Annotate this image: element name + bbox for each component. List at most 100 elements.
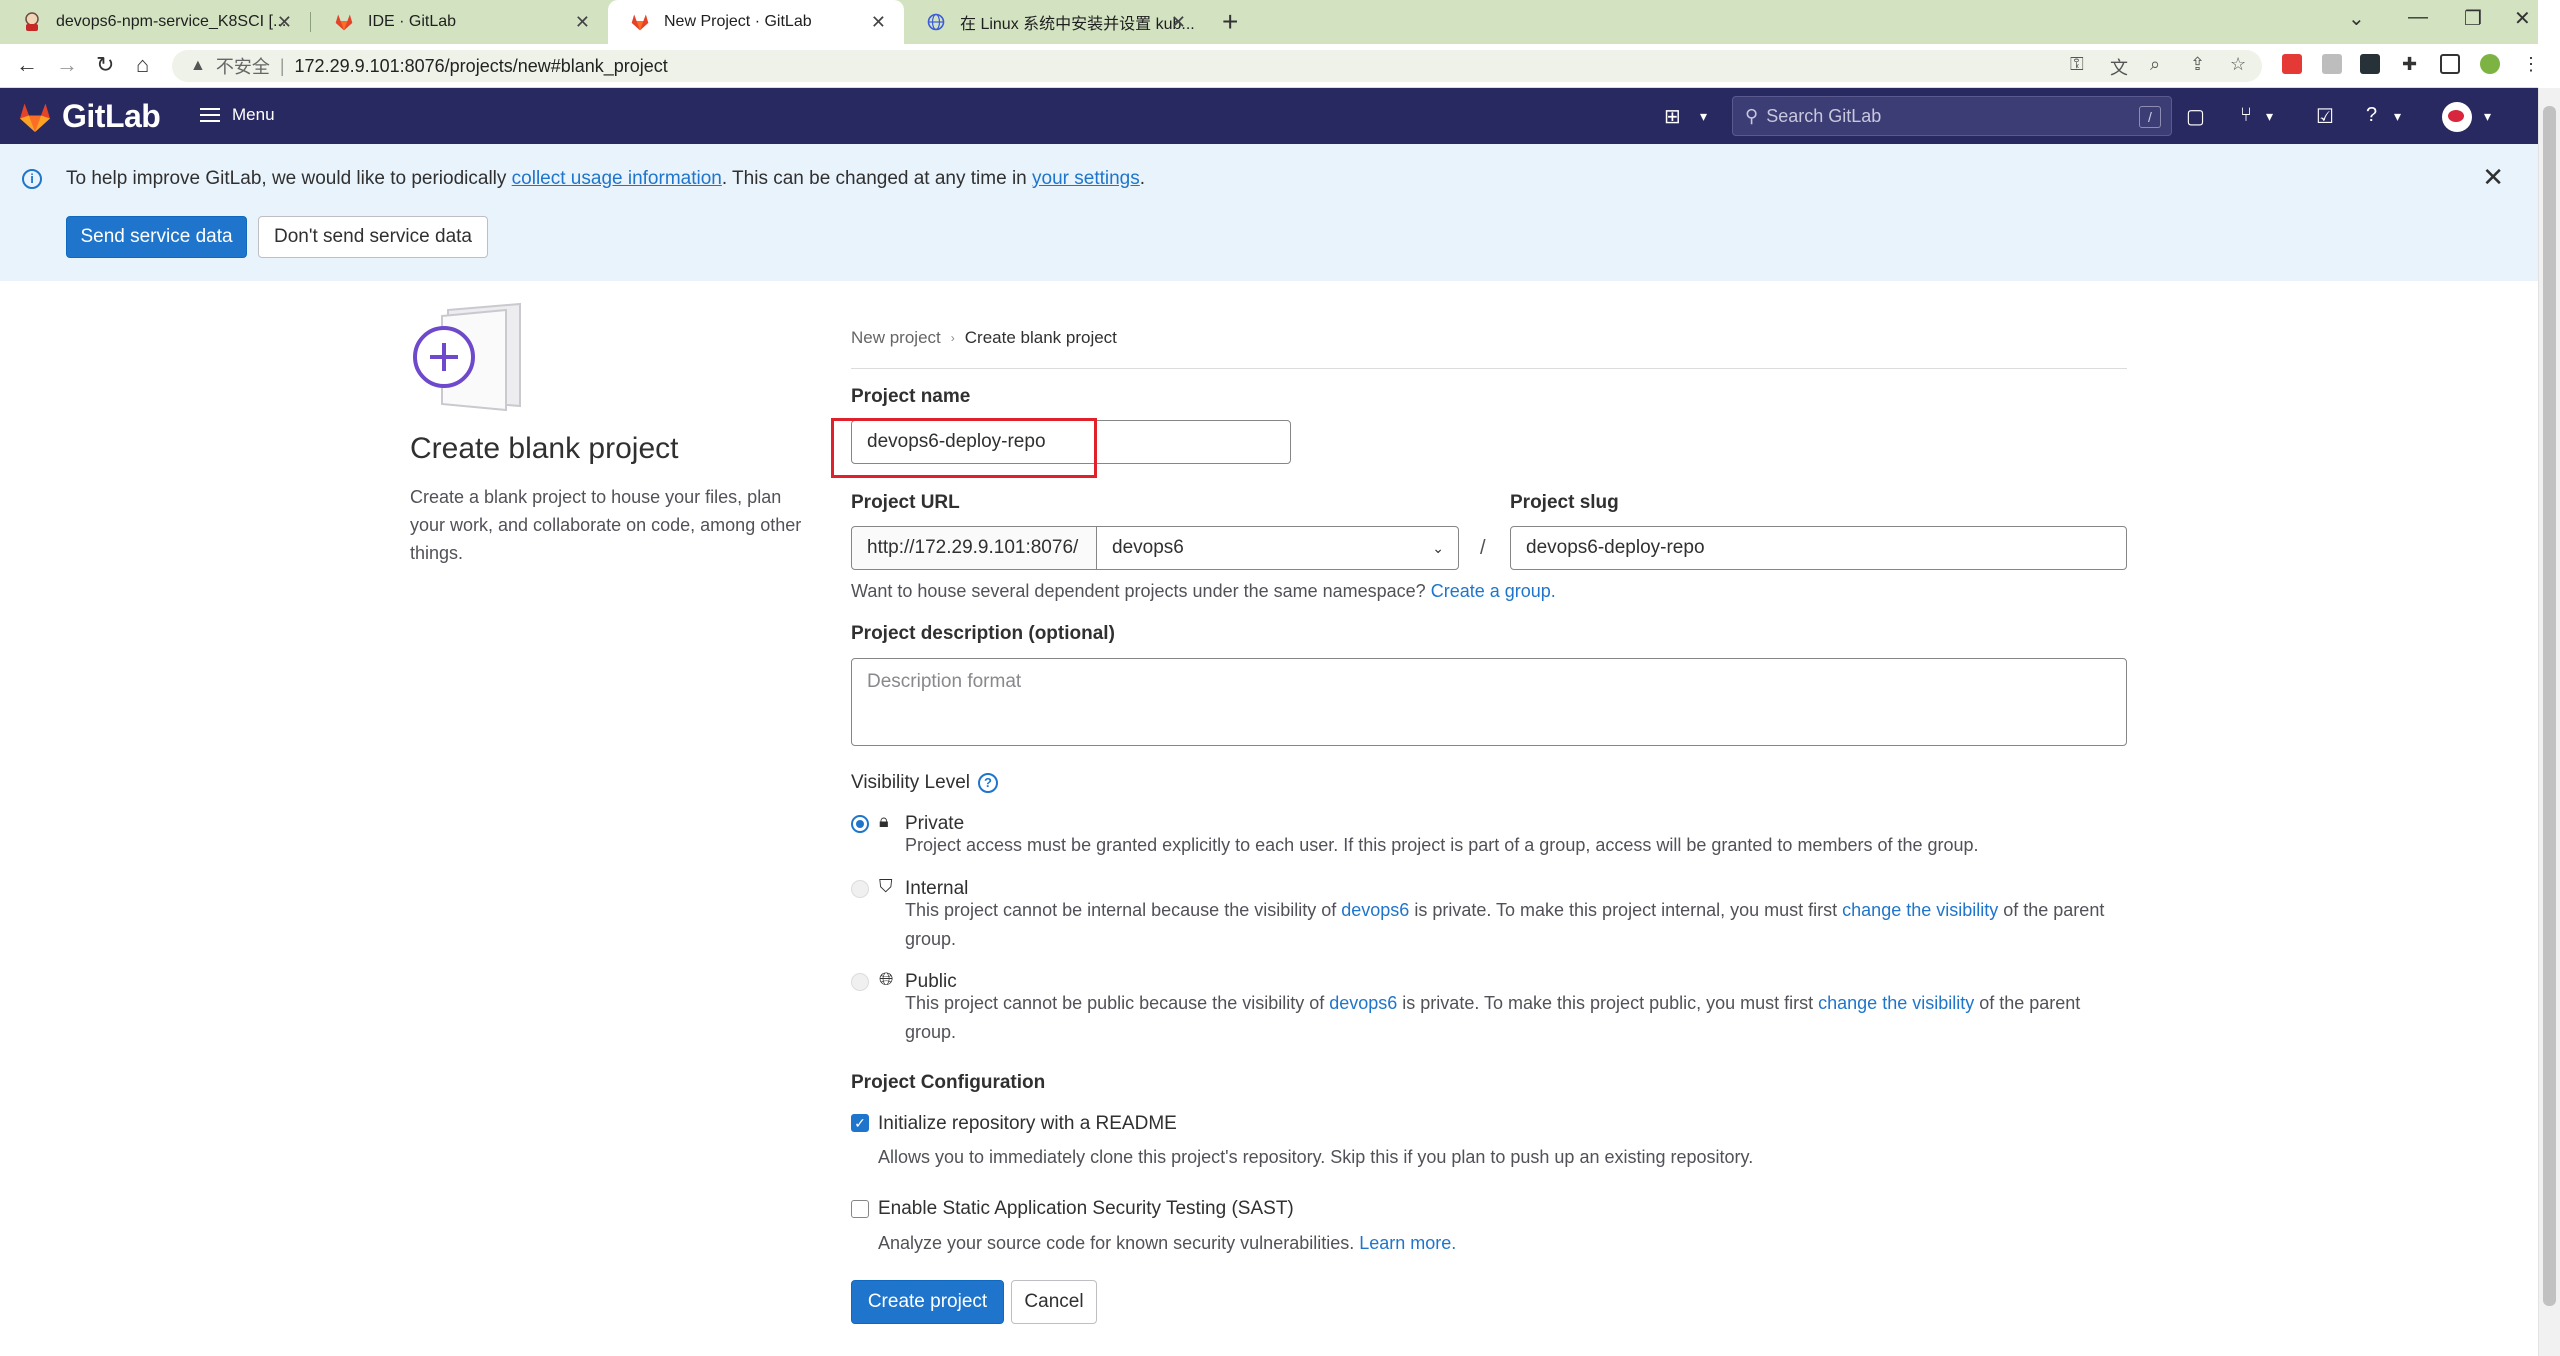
devops6-group-link[interactable]: devops6 bbox=[1329, 993, 1397, 1013]
shield-icon: ⛉ bbox=[879, 876, 893, 896]
breadcrumb-new-project[interactable]: New project bbox=[851, 328, 941, 348]
chevron-down-icon[interactable]: ▾ bbox=[2394, 108, 2401, 125]
project-url-label: Project URL bbox=[851, 492, 960, 513]
search-input[interactable]: ⚲ Search GitLab / bbox=[1732, 96, 2172, 136]
extensions-puzzle-icon[interactable]: ✚ bbox=[2402, 54, 2417, 75]
readme-checkbox[interactable]: ✓ bbox=[851, 1114, 869, 1132]
create-group-link[interactable]: Create a group. bbox=[1431, 581, 1556, 601]
project-slug-input[interactable]: devops6-deploy-repo bbox=[1510, 526, 2127, 570]
chrome-menu-icon[interactable]: ⋮ bbox=[2522, 54, 2540, 75]
change-visibility-link[interactable]: change the visibility bbox=[1818, 993, 1974, 1013]
gitlab-icon bbox=[630, 12, 650, 32]
visibility-internal-radio[interactable] bbox=[851, 880, 869, 898]
help-icon[interactable]: ? bbox=[2366, 104, 2377, 127]
extension-red-icon[interactable] bbox=[2282, 54, 2302, 74]
bookmark-star-icon[interactable]: ☆ bbox=[2230, 54, 2246, 75]
chevron-down-icon[interactable]: ▾ bbox=[2266, 108, 2273, 125]
readme-label[interactable]: Initialize repository with a README bbox=[878, 1113, 1177, 1135]
close-tab-icon[interactable]: ✕ bbox=[277, 12, 292, 33]
gitlab-home-link[interactable]: GitLab bbox=[16, 98, 161, 135]
visibility-level-heading: Visibility Level ? bbox=[851, 772, 998, 794]
visibility-public-radio[interactable] bbox=[851, 973, 869, 991]
profile-icon[interactable] bbox=[2480, 54, 2500, 74]
learn-more-link[interactable]: Learn more. bbox=[1359, 1233, 1456, 1253]
omnibox[interactable]: ▲ 不安全 | 172.29.9.101:8076/projects/new#b… bbox=[172, 50, 2262, 82]
project-name-label: Project name bbox=[851, 386, 971, 407]
close-icon[interactable]: ✕ bbox=[2482, 162, 2504, 193]
home-icon[interactable]: ⌂ bbox=[136, 52, 149, 78]
gitlab-icon bbox=[334, 12, 354, 32]
namespace-help-text: Want to house several dependent projects… bbox=[851, 581, 1556, 601]
url-text: 172.29.9.101:8076/projects/new#blank_pro… bbox=[294, 55, 668, 76]
restore-icon[interactable]: ❐ bbox=[2464, 6, 2482, 31]
annotation-highlight-box bbox=[831, 418, 1097, 478]
breadcrumb-current: Create blank project bbox=[964, 328, 1117, 347]
create-project-button[interactable]: Create project bbox=[851, 1280, 1004, 1324]
readme-description: Allows you to immediately clone this pro… bbox=[878, 1147, 1754, 1167]
sast-label[interactable]: Enable Static Application Security Testi… bbox=[878, 1198, 1294, 1220]
minimize-icon[interactable]: — bbox=[2408, 6, 2428, 29]
browser-tab-bar: devops6-npm-service_K8SCI [... ✕ IDE · G… bbox=[0, 0, 2538, 44]
gitlab-wordmark: GitLab bbox=[62, 98, 161, 134]
lock-icon: 🔒︎ bbox=[879, 811, 889, 831]
browser-tab-new-project[interactable]: New Project · GitLab ✕ bbox=[608, 0, 904, 44]
close-window-icon[interactable]: ✕ bbox=[2514, 6, 2531, 31]
page-title: Create blank project bbox=[410, 432, 679, 465]
merge-requests-icon[interactable]: ⑂ bbox=[2240, 104, 2252, 127]
extension-dark-icon[interactable] bbox=[2360, 54, 2380, 74]
your-settings-link[interactable]: your settings bbox=[1032, 168, 1140, 189]
user-avatar[interactable] bbox=[2442, 102, 2472, 132]
chevron-right-icon: › bbox=[950, 331, 955, 345]
namespace-select[interactable]: devops6 ⌄ bbox=[1096, 526, 1459, 570]
breadcrumb-divider bbox=[851, 368, 2127, 369]
translate-icon[interactable]: 文 bbox=[2110, 54, 2128, 80]
change-visibility-link[interactable]: change the visibility bbox=[1842, 900, 1998, 920]
browser-tab-linux-article[interactable]: 在 Linux 系统中安装并设置 kub... ✕ bbox=[904, 0, 1204, 44]
collect-usage-link[interactable]: collect usage information bbox=[512, 168, 722, 189]
send-service-data-button[interactable]: Send service data bbox=[66, 216, 247, 258]
back-icon[interactable]: ← bbox=[16, 52, 38, 78]
chevron-down-icon[interactable]: ▾ bbox=[1700, 108, 1707, 125]
issues-icon[interactable]: ▢ bbox=[2186, 104, 2205, 129]
scrollbar-thumb[interactable] bbox=[2543, 106, 2556, 1306]
warning-icon: ▲ bbox=[190, 57, 206, 74]
todos-icon[interactable]: ☑ bbox=[2316, 104, 2334, 129]
forward-icon[interactable]: → bbox=[56, 52, 78, 78]
chevron-down-icon[interactable]: ▾ bbox=[2484, 108, 2491, 125]
zoom-icon[interactable]: ⌕ bbox=[2150, 54, 2160, 75]
project-url-prefix: http://172.29.9.101:8076/ bbox=[851, 526, 1097, 570]
visibility-private-description: Project access must be granted explicitl… bbox=[905, 835, 1979, 855]
new-tab-button[interactable]: + bbox=[1222, 6, 1238, 38]
side-panel-icon[interactable] bbox=[2440, 54, 2460, 74]
page-description: Create a blank project to house your fil… bbox=[410, 487, 802, 563]
create-new-icon[interactable]: ⊞ bbox=[1664, 104, 1681, 129]
search-icon: ⚲ bbox=[1745, 105, 1759, 126]
extension-gray-icon[interactable] bbox=[2322, 54, 2342, 74]
devops6-group-link[interactable]: devops6 bbox=[1341, 900, 1409, 920]
security-separator: | bbox=[279, 55, 285, 76]
search-placeholder: Search GitLab bbox=[1766, 105, 1882, 126]
hamburger-icon bbox=[200, 104, 220, 126]
namespace-value: devops6 bbox=[1112, 537, 1184, 558]
sast-description: Analyze your source code for known secur… bbox=[878, 1233, 1457, 1253]
sast-checkbox[interactable] bbox=[851, 1200, 869, 1218]
url-slug-separator: / bbox=[1480, 537, 1486, 559]
close-tab-icon[interactable]: ✕ bbox=[871, 12, 886, 33]
project-description-textarea[interactable]: Description format bbox=[851, 658, 2127, 746]
reload-icon[interactable]: ↻ bbox=[96, 52, 114, 78]
dont-send-service-data-button[interactable]: Don't send service data bbox=[258, 216, 488, 258]
visibility-private-radio[interactable] bbox=[851, 815, 869, 833]
close-tab-icon[interactable]: ✕ bbox=[575, 12, 590, 33]
service-ping-banner: i To help improve GitLab, we would like … bbox=[0, 144, 2538, 281]
page-scrollbar[interactable] bbox=[2538, 88, 2560, 1356]
cancel-button[interactable]: Cancel bbox=[1011, 1280, 1097, 1324]
close-tab-icon[interactable]: ✕ bbox=[1171, 12, 1186, 33]
browser-tab-ide[interactable]: IDE · GitLab ✕ bbox=[312, 0, 608, 44]
main-menu-button[interactable]: Menu bbox=[200, 104, 275, 126]
project-description-label: Project description (optional) bbox=[851, 623, 1115, 644]
browser-tab-jenkins[interactable]: devops6-npm-service_K8SCI [... ✕ bbox=[0, 0, 310, 44]
tab-search-chevron-icon[interactable]: ⌄ bbox=[2348, 6, 2365, 31]
key-icon[interactable]: ⚿ bbox=[2070, 54, 2084, 75]
visibility-help-icon[interactable]: ? bbox=[977, 773, 998, 793]
share-icon[interactable]: ⇪ bbox=[2190, 54, 2205, 75]
